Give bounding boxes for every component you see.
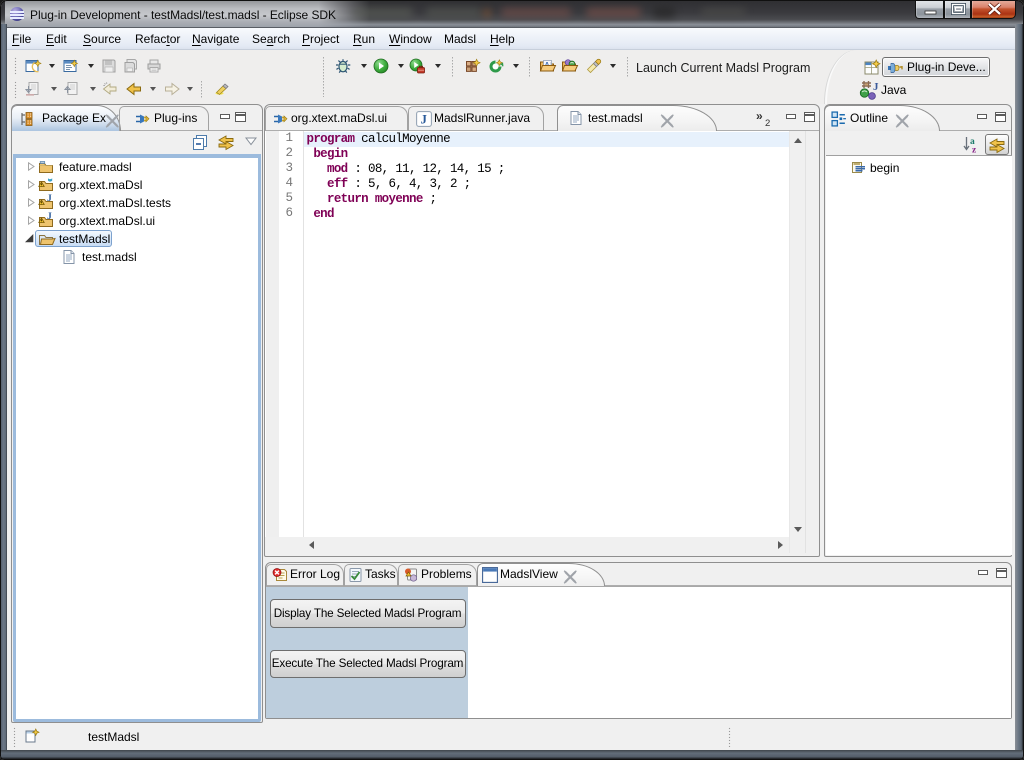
svg-text:2: 2 (765, 118, 770, 129)
svg-text:»: » (756, 109, 763, 123)
svg-text:J: J (421, 113, 427, 127)
svg-text:z: z (972, 146, 977, 156)
svg-text:J: J (873, 81, 879, 93)
svg-text:J: J (47, 194, 52, 204)
svg-text:J: J (47, 212, 52, 222)
